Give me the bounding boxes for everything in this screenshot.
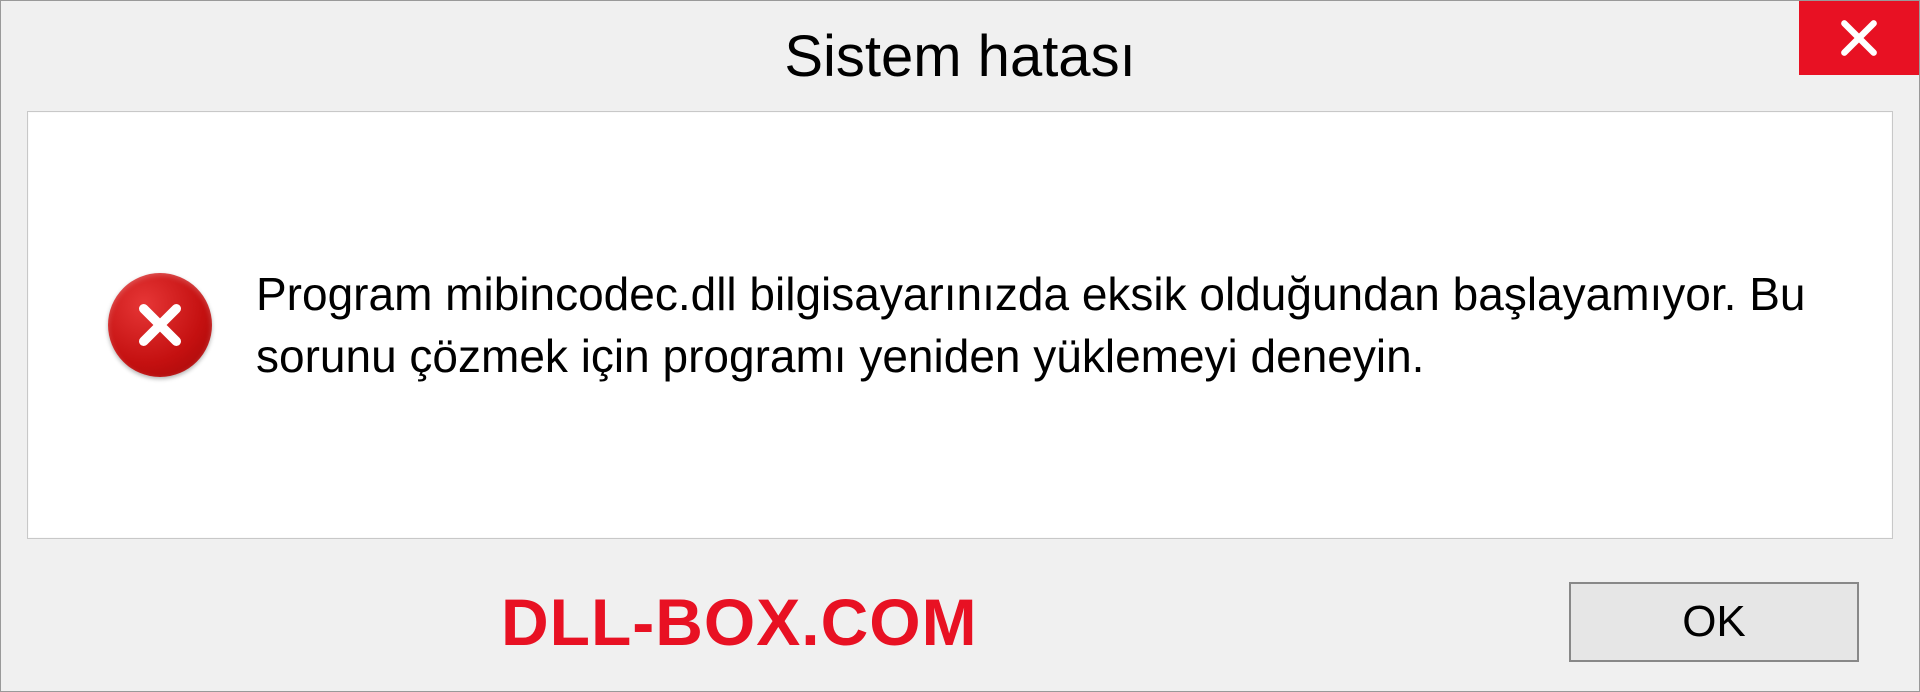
error-dialog: Sistem hatası Program mibincodec.dll bil… <box>0 0 1920 692</box>
watermark-text: DLL-BOX.COM <box>501 584 978 660</box>
error-icon-circle <box>108 273 212 377</box>
close-icon <box>1837 16 1881 60</box>
dialog-title: Sistem hatası <box>784 23 1135 90</box>
error-message: Program mibincodec.dll bilgisayarınızda … <box>256 263 1852 387</box>
close-button[interactable] <box>1799 1 1919 75</box>
dialog-footer: DLL-BOX.COM OK <box>1 567 1919 677</box>
x-icon <box>132 297 188 353</box>
ok-button[interactable]: OK <box>1569 582 1859 662</box>
error-icon <box>108 273 212 377</box>
content-panel: Program mibincodec.dll bilgisayarınızda … <box>27 111 1893 539</box>
titlebar: Sistem hatası <box>1 1 1919 111</box>
